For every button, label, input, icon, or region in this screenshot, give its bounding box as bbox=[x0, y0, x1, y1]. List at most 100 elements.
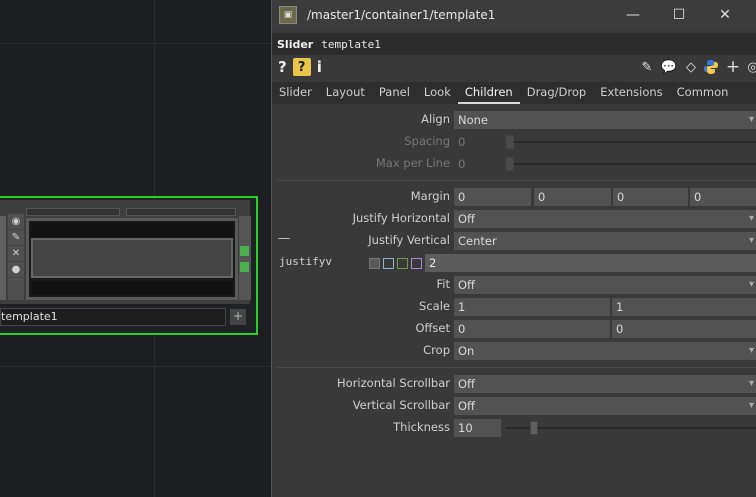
margin-right-field[interactable]: 0 bbox=[534, 188, 612, 206]
bypass-icon[interactable]: ✕ bbox=[8, 246, 24, 262]
python-icon[interactable] bbox=[702, 58, 720, 76]
param-label: Fit bbox=[436, 277, 450, 291]
slider-preview bbox=[31, 238, 233, 278]
node-flag-column: ◉ ✎ ✕ ● bbox=[8, 214, 24, 300]
crop-menu[interactable]: On bbox=[454, 342, 756, 360]
param-label: Vertical Scrollbar bbox=[352, 398, 450, 412]
param-label: Spacing bbox=[404, 134, 450, 148]
pin-icon[interactable]: ✎ bbox=[8, 230, 24, 246]
spacing-slider-track bbox=[508, 141, 756, 143]
thickness-slider-knob[interactable] bbox=[530, 421, 538, 435]
clear-icon[interactable]: ◇ bbox=[682, 58, 700, 76]
operator-type: Slider bbox=[277, 37, 314, 51]
grid-line bbox=[0, 43, 271, 44]
param-label: Max per Line bbox=[375, 156, 450, 170]
help-icon[interactable]: ? bbox=[278, 58, 287, 76]
node-viewer[interactable] bbox=[26, 218, 238, 300]
divider bbox=[276, 180, 756, 181]
comment-icon[interactable]: 💬 bbox=[660, 58, 678, 76]
param-scale: Scale 1 1 bbox=[272, 297, 756, 317]
python-help-icon[interactable]: ? bbox=[292, 58, 311, 76]
edit-icon[interactable]: ✎ bbox=[638, 58, 656, 76]
vertical-scrollbar-menu[interactable]: Off bbox=[454, 397, 756, 415]
param-offset: Offset 0 0 bbox=[272, 319, 756, 339]
fit-menu[interactable]: Off bbox=[454, 276, 756, 294]
max-per-line-field[interactable]: 0 bbox=[454, 155, 506, 173]
param-label: Align bbox=[421, 112, 450, 126]
template1-node[interactable]: ◉ ✎ ✕ ● template1 + bbox=[0, 196, 258, 335]
node-add-icon[interactable]: + bbox=[230, 309, 246, 325]
expression-param-name: justifyv bbox=[279, 255, 332, 268]
justifyv-expression-row: justifyv 2 bbox=[272, 253, 756, 273]
align-menu[interactable]: None bbox=[454, 111, 756, 129]
offset-y-field[interactable]: 0 bbox=[612, 320, 756, 338]
tab-layout[interactable]: Layout bbox=[319, 82, 372, 104]
thickness-field[interactable]: 10 bbox=[454, 419, 502, 437]
param-crop: Crop On bbox=[272, 341, 756, 361]
node-body: ◉ ✎ ✕ ● bbox=[0, 200, 251, 304]
thickness-slider-track bbox=[506, 427, 756, 429]
tab-look[interactable]: Look bbox=[417, 82, 458, 104]
justify-vertical-menu[interactable]: Center bbox=[454, 232, 756, 250]
param-vertical-scrollbar: Vertical Scrollbar Off bbox=[272, 396, 756, 416]
param-justify-horizontal: Justify Horizontal Off bbox=[272, 209, 756, 229]
export-mode-icon[interactable] bbox=[397, 258, 408, 269]
spacing-slider-knob[interactable] bbox=[506, 135, 514, 149]
grid-line bbox=[0, 366, 271, 367]
max-per-line-slider-knob[interactable] bbox=[506, 157, 514, 171]
param-label: Justify Vertical bbox=[368, 233, 450, 247]
constant-mode-icon[interactable] bbox=[369, 258, 380, 269]
margin-bottom-field[interactable]: 0 bbox=[613, 188, 689, 206]
param-justify-vertical: — Justify Vertical Center bbox=[272, 231, 756, 251]
tab-common[interactable]: Common bbox=[670, 82, 736, 104]
justify-horizontal-menu[interactable]: Off bbox=[454, 210, 756, 228]
app-icon: ▣ bbox=[279, 6, 297, 24]
add-icon[interactable]: + bbox=[724, 57, 742, 77]
param-thickness: Thickness 10 bbox=[272, 418, 756, 438]
target-icon[interactable]: ◎ bbox=[744, 58, 756, 76]
expression-mode-icon[interactable] bbox=[383, 258, 394, 269]
info-icon[interactable]: i bbox=[317, 58, 322, 76]
viewer-icon[interactable]: ◉ bbox=[8, 214, 24, 230]
margin-left-field[interactable]: 0 bbox=[454, 188, 532, 206]
network-editor[interactable]: ◉ ✎ ✕ ● template1 + bbox=[0, 0, 271, 497]
param-max-per-line: Max per Line 0 bbox=[272, 154, 756, 174]
parameter-list: Align None Spacing 0 Max per Line 0 Marg… bbox=[272, 108, 756, 497]
tab-extensions[interactable]: Extensions bbox=[593, 82, 669, 104]
spacing-field[interactable]: 0 bbox=[454, 133, 506, 151]
bind-mode-icon[interactable] bbox=[411, 258, 422, 269]
tab-panel[interactable]: Panel bbox=[372, 82, 417, 104]
window-title: /master1/container1/template1 bbox=[307, 8, 496, 22]
margin-top-field[interactable]: 0 bbox=[690, 188, 756, 206]
output-connector[interactable] bbox=[240, 246, 249, 256]
param-label: Crop bbox=[423, 343, 450, 357]
param-align: Align None bbox=[272, 110, 756, 130]
collapse-expression-button[interactable]: — bbox=[278, 231, 290, 245]
scale-x-field[interactable]: 1 bbox=[454, 298, 611, 316]
node-output-bar bbox=[239, 216, 251, 300]
param-label: Scale bbox=[419, 299, 450, 313]
scale-y-field[interactable]: 1 bbox=[612, 298, 756, 316]
justifyv-value-field[interactable]: 2 bbox=[425, 254, 756, 272]
lock-icon[interactable]: ● bbox=[8, 262, 24, 278]
param-spacing: Spacing 0 bbox=[272, 132, 756, 152]
maximize-button[interactable]: ☐ bbox=[656, 0, 702, 30]
node-tab-strip bbox=[26, 208, 238, 216]
tab-drag-drop[interactable]: Drag/Drop bbox=[520, 82, 593, 104]
tab-slider[interactable]: Slider bbox=[272, 82, 319, 104]
close-button[interactable]: ✕ bbox=[702, 0, 748, 30]
param-label: Margin bbox=[410, 189, 450, 203]
param-margin: Margin 0 0 0 0 bbox=[272, 187, 756, 207]
param-horizontal-scrollbar: Horizontal Scrollbar Off bbox=[272, 374, 756, 394]
minimize-button[interactable]: — bbox=[610, 0, 656, 30]
node-name-label[interactable]: template1 bbox=[0, 308, 226, 326]
title-bar[interactable]: ▣ /master1/container1/template1 — ☐ ✕ bbox=[272, 0, 756, 30]
operator-bar: Slider template1 bbox=[272, 33, 756, 55]
horizontal-scrollbar-menu[interactable]: Off bbox=[454, 375, 756, 393]
param-label: Thickness bbox=[393, 420, 450, 434]
operator-name-field[interactable]: template1 bbox=[321, 37, 381, 51]
tab-children[interactable]: Children bbox=[457, 82, 520, 104]
offset-x-field[interactable]: 0 bbox=[454, 320, 611, 338]
parameter-tabs: Slider Layout Panel Look Children Drag/D… bbox=[272, 82, 756, 104]
output-connector[interactable] bbox=[240, 262, 249, 272]
